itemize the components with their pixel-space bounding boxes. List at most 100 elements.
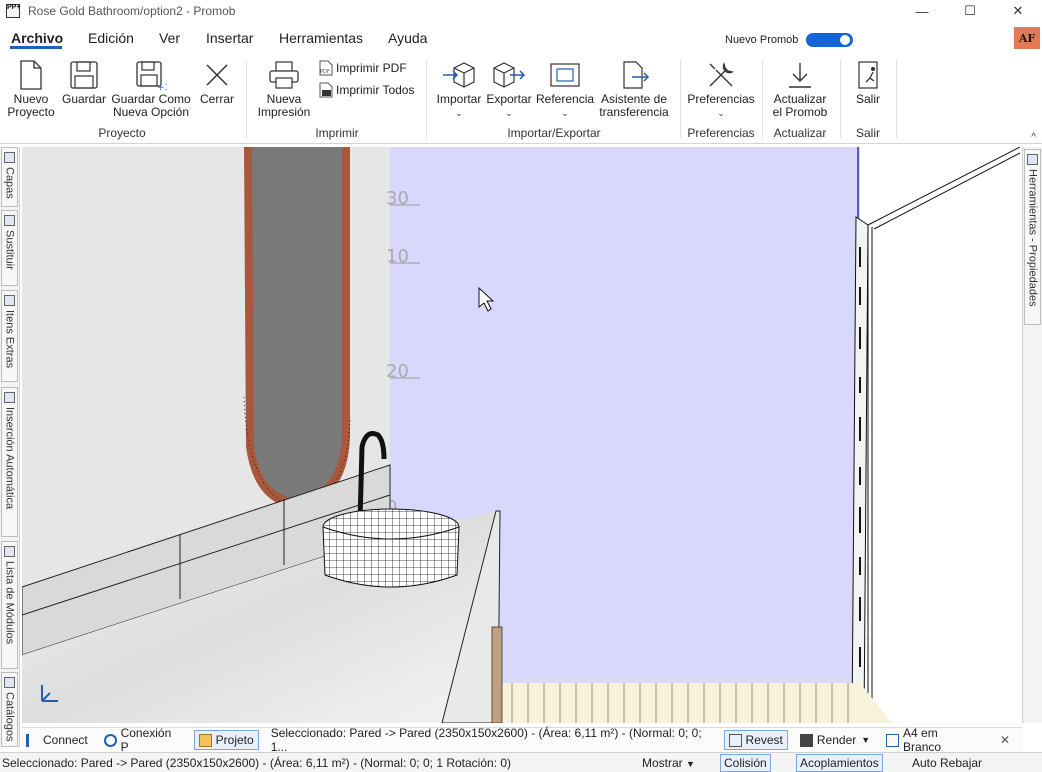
- side-tab-label: Inserción Automática: [3, 407, 16, 510]
- side-tab-catalogos[interactable]: Catálogos: [1, 672, 18, 747]
- side-tab-label: Herramientas - Propiedades: [1026, 169, 1039, 307]
- group-label-importar-exportar: Importar/Exportar: [507, 126, 601, 140]
- new-project-button[interactable]: Nuevo Proyecto: [6, 60, 56, 119]
- new-document-icon: [20, 60, 42, 90]
- close-icon: [206, 64, 228, 86]
- projeto-button[interactable]: Projeto: [193, 730, 259, 750]
- mostrar-chevron-down-icon: ▼: [686, 759, 695, 769]
- close-toolbar-button[interactable]: ✕: [996, 731, 1014, 749]
- mostrar-label: Mostrar: [642, 756, 683, 770]
- list-icon: [4, 546, 15, 557]
- conexion-label: Conexión P: [120, 726, 172, 754]
- tab-herramientas[interactable]: Herramientas: [279, 30, 363, 46]
- preferences-label: Preferencias: [687, 92, 755, 106]
- new-promob-label: Nuevo Promob: [725, 34, 799, 46]
- a4-label: A4 em Branco: [903, 726, 942, 754]
- side-tab-itens-extras[interactable]: Itens Extras: [1, 290, 18, 382]
- exit-button[interactable]: Salir: [848, 60, 888, 106]
- auto-rebajar-label: Auto Rebajar: [912, 756, 983, 770]
- selection-text: Seleccionado: Pared -> Pared (2350x150x2…: [270, 726, 702, 754]
- import-button[interactable]: Importar ⌄: [434, 60, 484, 120]
- layers-icon: [4, 152, 15, 163]
- render-label: Render: [816, 733, 857, 747]
- tab-ayuda[interactable]: Ayuda: [388, 30, 427, 46]
- acoplamientos-toggle[interactable]: Acoplamientos: [796, 754, 883, 772]
- minimize-button[interactable]: —: [898, 0, 946, 22]
- side-tab-lista-modulos[interactable]: Lista de Módulos: [1, 541, 18, 669]
- print-pdf-label: Imprimir PDF: [336, 61, 407, 75]
- close-button[interactable]: ✕: [994, 0, 1042, 22]
- mostrar-button[interactable]: Mostrar ▼: [642, 756, 695, 770]
- logo-text: PP+: [7, 4, 21, 11]
- print-all-label: Imprimir Todos: [336, 83, 415, 97]
- tab-archivo[interactable]: Archivo: [11, 30, 63, 46]
- print-pdf-button[interactable]: PDF Imprimir PDF: [318, 60, 407, 76]
- vanity-drawer: [491, 626, 503, 723]
- pdf-icon: PDF: [319, 60, 333, 76]
- render-button[interactable]: Render ▼: [796, 731, 874, 749]
- toggle-knob: [840, 35, 850, 45]
- avatar[interactable]: AF: [1014, 27, 1040, 49]
- connect-label: Connect: [43, 733, 88, 747]
- render-chevron-down-icon: ▼: [861, 735, 871, 745]
- 3d-viewport[interactable]: 30 10 20 0: [22, 147, 1020, 723]
- right-side-panel: Herramientas - Propiedades: [1022, 147, 1042, 723]
- floor: [500, 683, 892, 723]
- export-button[interactable]: Exportar ⌄: [486, 60, 532, 120]
- connect-icon: [26, 733, 39, 747]
- import-icon: [443, 62, 475, 88]
- save-as-option-button[interactable]: +1 Guardar Como Nueva Opción: [110, 60, 192, 119]
- import-label: Importar: [436, 92, 482, 106]
- export-chevron-down-icon: ⌄: [505, 108, 513, 118]
- connect-button[interactable]: Connect: [22, 731, 92, 749]
- tab-insertar[interactable]: Insertar: [206, 30, 253, 46]
- side-tab-insercion-automatica[interactable]: Inserción Automática: [1, 387, 18, 537]
- tab-ver[interactable]: Ver: [159, 30, 180, 46]
- preferences-button[interactable]: Preferencias ⌄: [686, 60, 756, 120]
- right-wall: [860, 147, 1020, 723]
- side-tab-label: Catálogos: [3, 692, 16, 742]
- promob-logo-icon: PP+: [6, 4, 20, 18]
- close-project-label: Cerrar: [199, 92, 234, 106]
- export-icon: [493, 62, 526, 88]
- colision-toggle[interactable]: Colisión: [720, 754, 771, 772]
- page-icon: [886, 733, 900, 747]
- side-tab-label: Capas: [3, 167, 16, 199]
- close-project-button[interactable]: Cerrar: [196, 60, 238, 106]
- update-promob-label: Actualizar el Promob: [772, 92, 828, 119]
- revest-label: Revest: [745, 733, 783, 747]
- dimension-label: 10: [386, 246, 409, 267]
- group-separator: [246, 60, 247, 138]
- projeto-label: Projeto: [215, 733, 254, 747]
- exit-label: Salir: [855, 92, 880, 106]
- print-all-icon: [319, 82, 333, 98]
- side-tab-capas[interactable]: Capas: [1, 147, 18, 207]
- revest-button[interactable]: Revest: [723, 730, 788, 750]
- reference-button[interactable]: Referencia ⌄: [536, 60, 594, 120]
- status-text: Seleccionado: Pared -> Pared (2350x150x2…: [2, 756, 512, 770]
- transfer-wizard-button[interactable]: Asistente de transferencia: [598, 60, 670, 119]
- print-all-button[interactable]: Imprimir Todos: [318, 82, 414, 98]
- acoplamientos-label: Acoplamientos: [800, 756, 879, 770]
- side-tab-sustituir[interactable]: Sustituir: [1, 210, 18, 286]
- tab-edicion[interactable]: Edición: [88, 30, 134, 46]
- save-label: Guardar: [61, 92, 107, 106]
- group-separator: [762, 60, 763, 138]
- catalog-icon: [4, 677, 15, 688]
- save-button[interactable]: Guardar: [60, 60, 108, 106]
- download-icon: [789, 63, 811, 88]
- reference-icon: [550, 63, 580, 87]
- svg-text:PDF: PDF: [320, 69, 330, 75]
- mirror-glass: [252, 147, 342, 499]
- maximize-button[interactable]: ☐: [946, 0, 994, 22]
- collapse-ribbon-icon[interactable]: ^: [1031, 132, 1036, 143]
- new-print-button[interactable]: Nueva Impresión: [254, 60, 314, 119]
- update-promob-button[interactable]: Actualizar el Promob: [770, 60, 830, 119]
- new-print-label: Nueva Impresión: [257, 92, 311, 119]
- window-title: Rose Gold Bathroom/option2 - Promob: [28, 4, 236, 18]
- auto-rebajar-toggle[interactable]: Auto Rebajar: [912, 756, 982, 770]
- folder-icon: [198, 733, 212, 747]
- side-tab-herramientas-propiedades[interactable]: Herramientas - Propiedades: [1024, 149, 1041, 325]
- new-promob-toggle[interactable]: [806, 33, 853, 47]
- left-side-panel: Capas Sustituir Itens Extras Inserción A…: [0, 147, 20, 747]
